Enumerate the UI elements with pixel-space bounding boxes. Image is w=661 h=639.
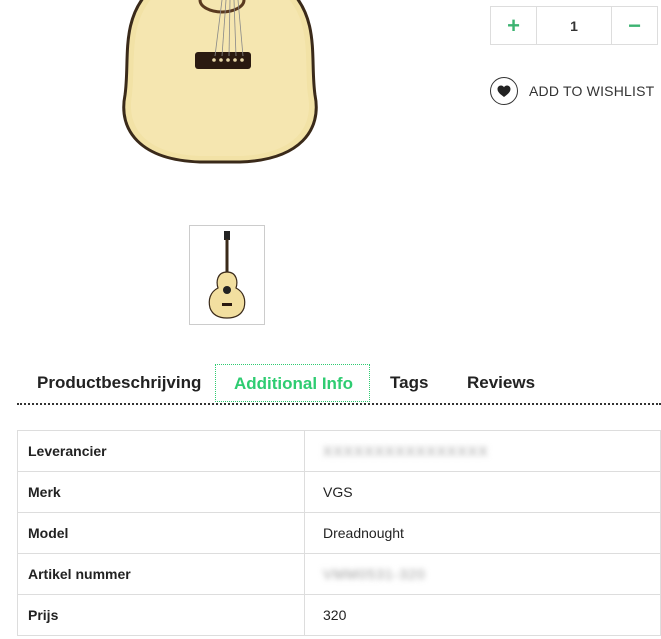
row-value-artikel-nummer: VMM0531-320 (304, 553, 661, 595)
tab-productbeschrijving[interactable]: Productbeschrijving (37, 364, 201, 402)
product-tabs: Productbeschrijving Additional Info Tags… (17, 364, 661, 404)
row-label-merk: Merk (17, 471, 305, 513)
table-row: Merk VGS (17, 471, 661, 513)
row-value-model: Dreadnought (304, 512, 661, 554)
guitar-thumbnail-image (208, 231, 246, 319)
tabs-divider (17, 403, 661, 405)
row-label-model: Model (17, 512, 305, 554)
guitar-body-image (122, 0, 318, 164)
table-row: Artikel nummer VMM0531-320 (17, 553, 661, 595)
row-label-prijs: Prijs (17, 594, 305, 636)
increase-quantity-button[interactable]: + (491, 7, 537, 44)
row-value-prijs: 320 (304, 594, 661, 636)
quantity-input[interactable]: 1 (537, 7, 611, 44)
decrease-quantity-button[interactable]: − (611, 7, 657, 44)
heart-icon (490, 77, 518, 105)
row-label-leverancier: Leverancier (17, 430, 305, 472)
tab-tags[interactable]: Tags (390, 364, 428, 402)
product-thumbnail[interactable] (189, 225, 265, 325)
tab-reviews[interactable]: Reviews (467, 364, 535, 402)
additional-info-table: Leverancier XXXXXXXXXXXXXXXX Merk VGS Mo… (17, 430, 661, 636)
table-row: Prijs 320 (17, 594, 661, 636)
add-to-wishlist-button[interactable]: ADD TO WISHLIST (490, 77, 654, 105)
row-value-merk: VGS (304, 471, 661, 513)
table-row: Leverancier XXXXXXXXXXXXXXXX (17, 430, 661, 472)
product-image[interactable] (0, 0, 480, 200)
wishlist-label: ADD TO WISHLIST (529, 83, 655, 99)
tab-additional-info[interactable]: Additional Info (215, 364, 370, 402)
table-row: Model Dreadnought (17, 512, 661, 554)
row-label-artikel-nummer: Artikel nummer (17, 553, 305, 595)
quantity-stepper[interactable]: + 1 − (490, 6, 658, 45)
row-value-leverancier: XXXXXXXXXXXXXXXX (304, 430, 661, 472)
